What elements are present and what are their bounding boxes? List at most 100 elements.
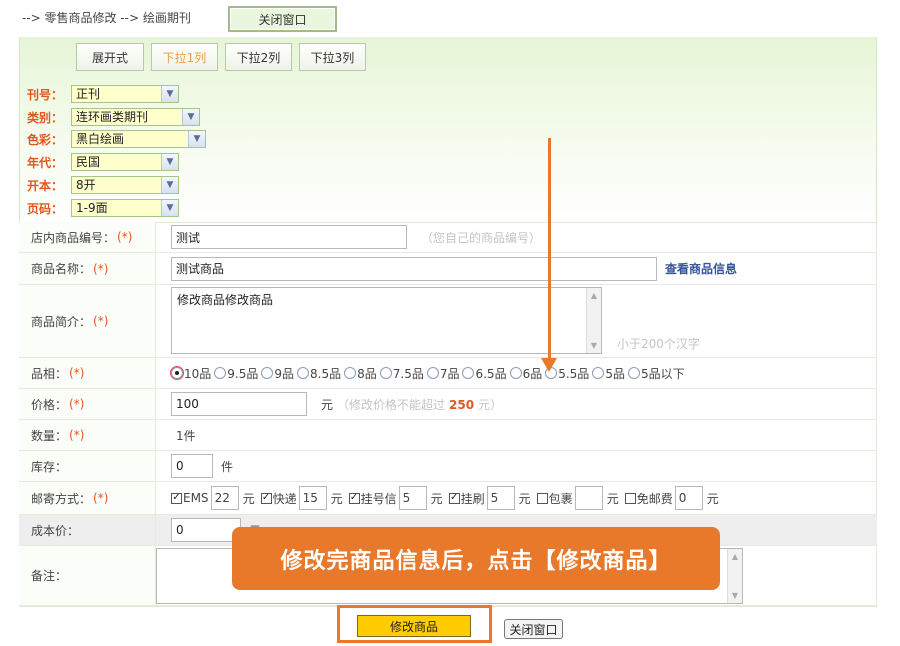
- price-input[interactable]: 100: [171, 392, 307, 416]
- shop-code-hint: （您自己的商品编号）: [421, 230, 542, 245]
- attr-select-category[interactable]: 连环画类期刊 ▼: [71, 108, 200, 126]
- condition-option[interactable]: 8.5品: [297, 365, 341, 382]
- attr-select-value: 民国: [76, 155, 101, 169]
- radio-button[interactable]: [426, 367, 439, 379]
- row-product-name: 商品名称： (*) 测试商品 查看商品信息: [19, 253, 877, 285]
- scrollbar[interactable]: ▲ ▼: [586, 288, 601, 353]
- condition-option-label: 7品: [439, 366, 460, 381]
- shipping-checkbox[interactable]: [536, 492, 548, 504]
- arrow-down-icon: [541, 358, 557, 372]
- shipping-fee-input[interactable]: [574, 486, 603, 510]
- condition-option[interactable]: 9品: [261, 365, 294, 382]
- shipping-option: ✓ 挂号信 5 元: [348, 486, 443, 510]
- instruction-callout: 修改完商品信息后，点击【修改商品】: [232, 527, 720, 590]
- product-intro-textarea[interactable]: 修改商品修改商品 ▲ ▼: [171, 287, 602, 354]
- scrollbar[interactable]: ▲ ▼: [727, 549, 742, 603]
- condition-option[interactable]: 7.5品: [379, 365, 424, 382]
- condition-option[interactable]: 6品: [509, 365, 543, 382]
- shipping-option: 免邮费 0 元: [624, 486, 719, 510]
- scroll-up-icon[interactable]: ▲: [587, 288, 601, 303]
- shipping-fee-input[interactable]: 0: [674, 486, 703, 510]
- radio-button[interactable]: [261, 367, 274, 379]
- chevron-down-icon: ▼: [161, 86, 178, 102]
- condition-option-label: 9.5品: [227, 366, 259, 381]
- shop-code-label: 店内商品编号： (*): [19, 222, 156, 252]
- price-hint: （修改价格不能超过 250 元）: [337, 396, 502, 413]
- label-text: 品相：: [31, 366, 68, 381]
- stock-input[interactable]: 0: [171, 454, 213, 478]
- condition-option[interactable]: 5品以下: [627, 365, 685, 382]
- radio-button[interactable]: [297, 367, 310, 379]
- radio-button[interactable]: [592, 367, 605, 379]
- shipping-fee-input[interactable]: 22: [210, 486, 239, 510]
- attr-select-format[interactable]: 8开 ▼: [71, 176, 179, 194]
- shipping-checkbox[interactable]: ✓: [348, 492, 360, 504]
- shop-code-input[interactable]: 测试: [171, 225, 407, 249]
- chevron-down-icon: ▼: [182, 109, 199, 125]
- product-intro-label: 商品简介： (*): [19, 285, 156, 357]
- shipping-label: 邮寄方式： (*): [19, 482, 156, 514]
- mode-dropdown-2-button[interactable]: 下拉2列: [225, 43, 292, 71]
- remark-label: 备注：: [19, 546, 156, 605]
- shipping-fee-unit: 元: [606, 491, 619, 506]
- condition-option[interactable]: 7品: [426, 365, 460, 382]
- condition-option[interactable]: 9.5品: [214, 365, 258, 382]
- radio-button[interactable]: [344, 367, 357, 379]
- radio-button[interactable]: [214, 367, 227, 379]
- quantity-label: 数量： (*): [19, 420, 156, 450]
- radio-button[interactable]: [462, 367, 475, 379]
- required-mark: (*): [69, 428, 85, 442]
- view-product-info-link[interactable]: 查看商品信息: [665, 260, 737, 277]
- scroll-down-icon[interactable]: ▼: [728, 588, 742, 603]
- attr-label-era: 年代：: [27, 156, 64, 170]
- breadcrumb: --> 零售商品修改 --> 绘画期刊: [22, 11, 191, 25]
- close-window-button-bottom[interactable]: 关闭窗口: [504, 619, 563, 639]
- price-hint-post: 元）: [478, 397, 503, 412]
- shipping-checkbox[interactable]: ✓: [260, 492, 272, 504]
- shipping-checkbox[interactable]: ✓: [448, 492, 460, 504]
- shipping-options: ✓ EMS 22 元 ✓ 快递 15 元 ✓ 挂号信 5 元 ✓ 挂刷 5 元包裹元免邮费 0 元: [171, 482, 725, 514]
- condition-option-label: 7.5品: [392, 366, 424, 381]
- condition-option[interactable]: 8品: [344, 365, 377, 382]
- shipping-checkbox[interactable]: [624, 492, 636, 504]
- condition-option[interactable]: 10品: [170, 365, 211, 382]
- label-text: 成本价：: [31, 523, 80, 538]
- radio-button[interactable]: [509, 367, 522, 379]
- row-product-intro: 商品简介： (*) 修改商品修改商品 ▲ ▼ 小于200个汉字: [19, 285, 877, 358]
- cost-input[interactable]: 0: [171, 518, 241, 542]
- attr-select-pages[interactable]: 1-9面 ▼: [71, 199, 179, 217]
- row-condition: 品相： (*) 10品 9.5品 9品 8.5品 8品 7.5品 7品 6.5品 6品 5.5品 5品…: [19, 358, 877, 389]
- mode-dropdown-1-button[interactable]: 下拉1列: [151, 43, 218, 71]
- attr-label-issue: 刊号：: [27, 88, 64, 102]
- chevron-down-icon: ▼: [188, 131, 205, 147]
- modify-product-button[interactable]: 修改商品: [357, 615, 471, 637]
- shipping-option-label: 挂号信: [360, 491, 397, 506]
- price-hint-pre: （修改价格不能超过: [337, 397, 446, 412]
- scroll-down-icon[interactable]: ▼: [587, 338, 601, 353]
- attr-select-era[interactable]: 民国 ▼: [71, 153, 179, 171]
- close-window-button-top[interactable]: 关闭窗口: [228, 6, 337, 32]
- condition-option[interactable]: 6.5品: [462, 365, 507, 382]
- shipping-fee-input[interactable]: 5: [486, 486, 515, 510]
- scroll-up-icon[interactable]: ▲: [728, 549, 742, 564]
- required-mark: (*): [69, 397, 85, 411]
- radio-button[interactable]: [170, 366, 184, 380]
- shipping-option: 包裹 元: [536, 486, 619, 510]
- shipping-option: ✓ 快递 15 元: [260, 486, 343, 510]
- condition-option[interactable]: 5品: [592, 365, 625, 382]
- condition-option-label: 9品: [274, 366, 295, 381]
- attr-select-color[interactable]: 黑白绘画 ▼: [71, 130, 206, 148]
- shipping-checkbox[interactable]: ✓: [171, 492, 182, 504]
- condition-option-label: 6品: [522, 366, 543, 381]
- shipping-fee-input[interactable]: 15: [298, 486, 327, 510]
- mode-dropdown-3-button[interactable]: 下拉3列: [299, 43, 366, 71]
- label-text: 数量：: [31, 428, 68, 443]
- attr-select-issue[interactable]: 正刊 ▼: [71, 85, 179, 103]
- radio-button[interactable]: [627, 367, 640, 379]
- stock-unit: 件: [221, 459, 234, 474]
- condition-option-label: 8.5品: [310, 366, 342, 381]
- mode-expand-button[interactable]: 展开式: [76, 43, 144, 71]
- radio-button[interactable]: [379, 367, 392, 379]
- product-name-input[interactable]: 测试商品: [171, 256, 657, 281]
- shipping-fee-input[interactable]: 5: [398, 486, 427, 510]
